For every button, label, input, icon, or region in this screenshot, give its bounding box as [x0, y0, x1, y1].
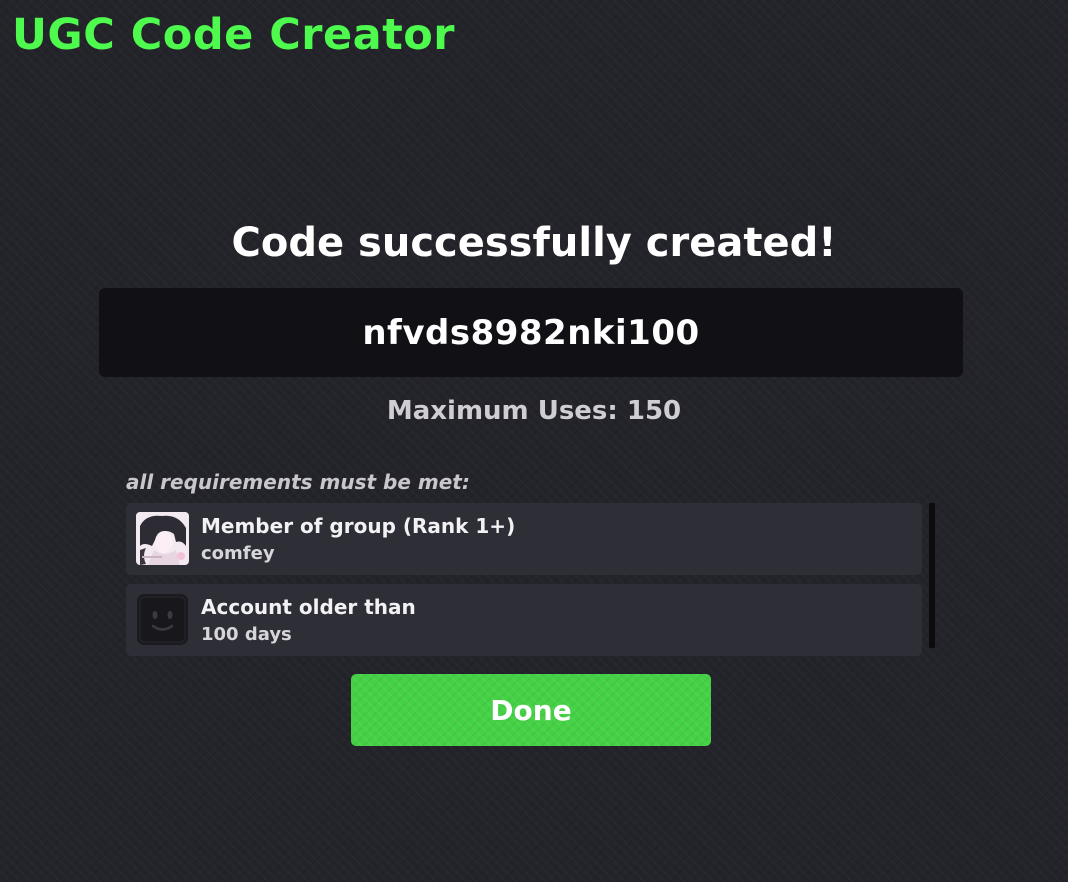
app-title: UGC Code Creator — [12, 10, 455, 60]
requirement-subtitle: comfey — [201, 543, 275, 564]
requirement-title: Member of group (Rank 1+) — [201, 514, 516, 538]
requirements-heading: all requirements must be met: — [126, 470, 470, 494]
code-display[interactable]: nfvds8982nki100 — [99, 288, 963, 377]
success-heading: Code successfully created! — [231, 220, 837, 266]
requirement-title: Account older than — [201, 595, 416, 619]
requirement-item-account-age: Account older than 100 days — [126, 584, 922, 656]
requirement-item-group: Member of group (Rank 1+) comfey — [126, 503, 922, 575]
generated-code[interactable]: nfvds8982nki100 — [362, 313, 699, 353]
done-button[interactable]: Done — [351, 674, 711, 746]
requirements-list: Member of group (Rank 1+) comfey Account… — [126, 503, 922, 665]
max-uses-label: Maximum Uses: 150 — [386, 396, 682, 426]
requirements-scrollbar[interactable] — [929, 503, 935, 648]
requirement-subtitle: 100 days — [201, 624, 292, 645]
group-avatar-icon — [136, 512, 189, 565]
account-avatar-icon — [136, 593, 189, 646]
